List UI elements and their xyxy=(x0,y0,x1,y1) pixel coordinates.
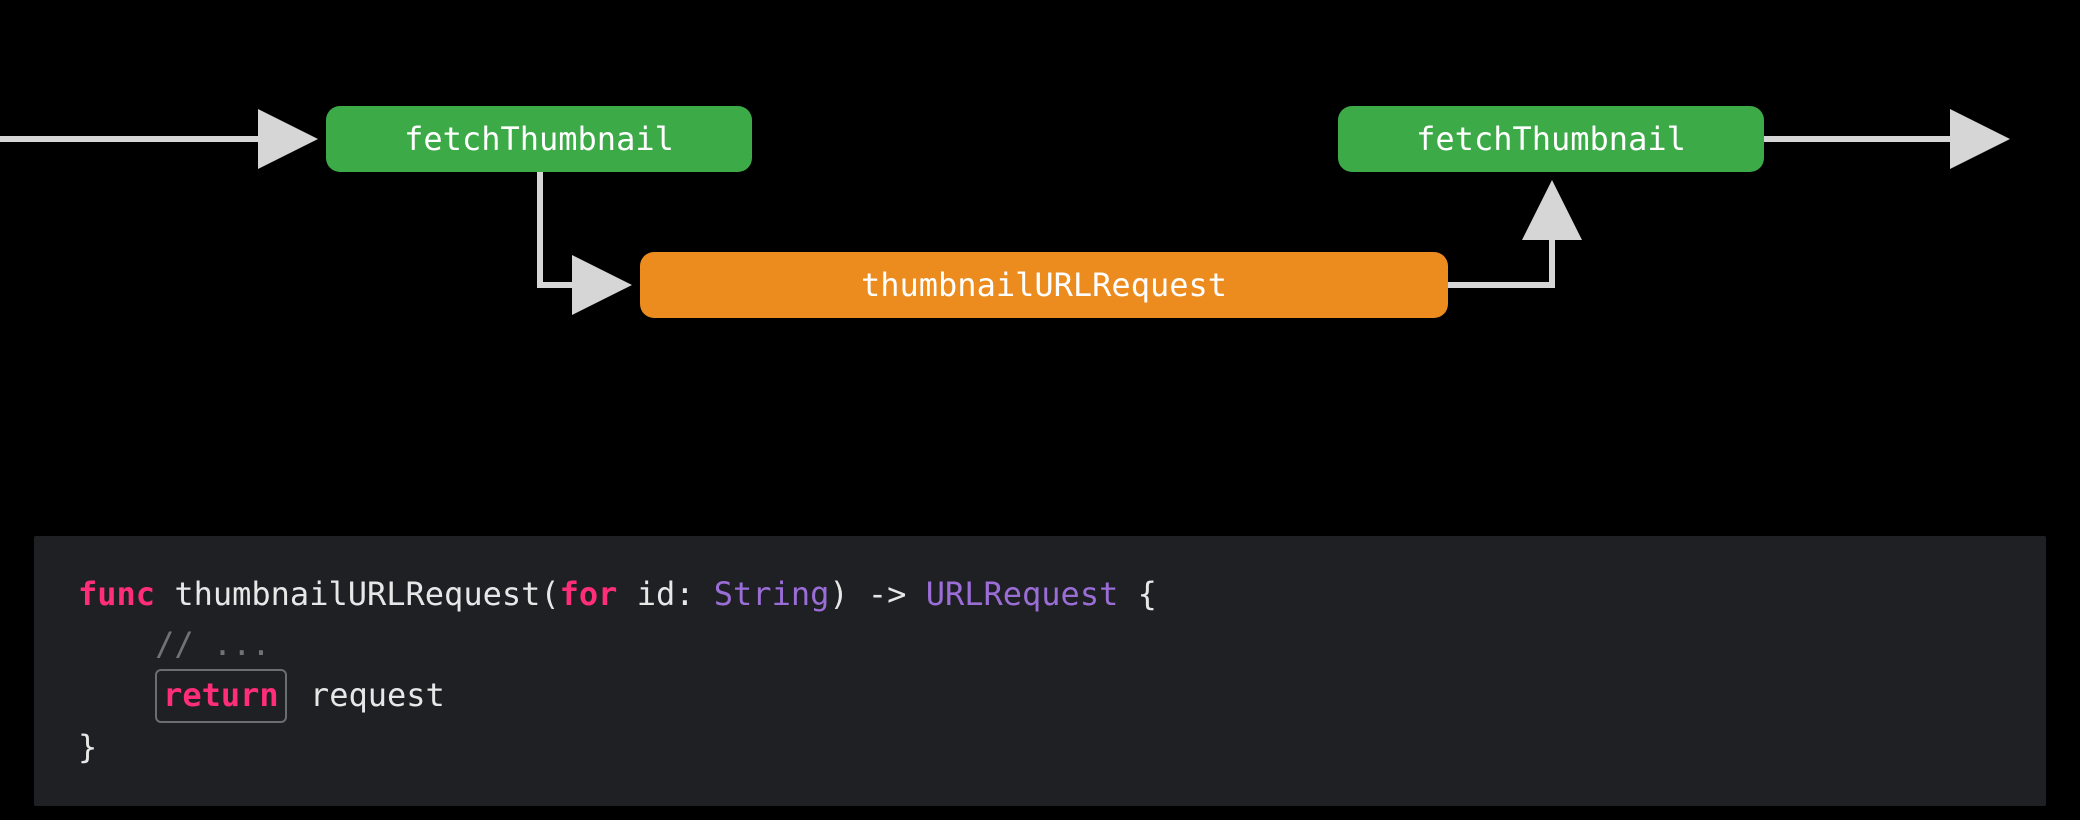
code-text: } xyxy=(78,728,97,766)
code-text: { xyxy=(1118,575,1157,613)
code-line-2: // ... xyxy=(78,620,2002,670)
code-line-4: } xyxy=(78,723,2002,773)
node-label: thumbnailURLRequest xyxy=(861,266,1227,304)
type-string: String xyxy=(714,575,830,613)
code-text: ) -> xyxy=(829,575,925,613)
code-line-3: return request xyxy=(78,669,2002,723)
code-text: id: xyxy=(617,575,713,613)
node-thumbnail-url-request: thumbnailURLRequest xyxy=(640,252,1448,318)
code-comment: // ... xyxy=(155,625,271,663)
node-label: fetchThumbnail xyxy=(404,120,674,158)
node-label: fetchThumbnail xyxy=(1416,120,1686,158)
arrow-middle-to-right xyxy=(1448,186,1552,285)
return-highlight-box: return xyxy=(155,669,287,723)
diagram-arrows xyxy=(0,0,2080,400)
keyword-func: func xyxy=(78,575,155,613)
node-fetch-thumbnail-2: fetchThumbnail xyxy=(1338,106,1764,172)
code-text: request xyxy=(291,676,445,714)
code-indent xyxy=(78,676,155,714)
keyword-for: for xyxy=(560,575,618,613)
node-fetch-thumbnail-1: fetchThumbnail xyxy=(326,106,752,172)
keyword-return: return xyxy=(163,676,279,714)
diagram-area: fetchThumbnail thumbnailURLRequest fetch… xyxy=(0,0,2080,400)
code-line-1: func thumbnailURLRequest(for id: String)… xyxy=(78,570,2002,620)
code-block: func thumbnailURLRequest(for id: String)… xyxy=(34,536,2046,806)
arrow-left-to-middle xyxy=(540,172,626,285)
code-text: thumbnailURLRequest( xyxy=(155,575,560,613)
code-indent xyxy=(78,625,155,663)
type-urlrequest: URLRequest xyxy=(926,575,1119,613)
